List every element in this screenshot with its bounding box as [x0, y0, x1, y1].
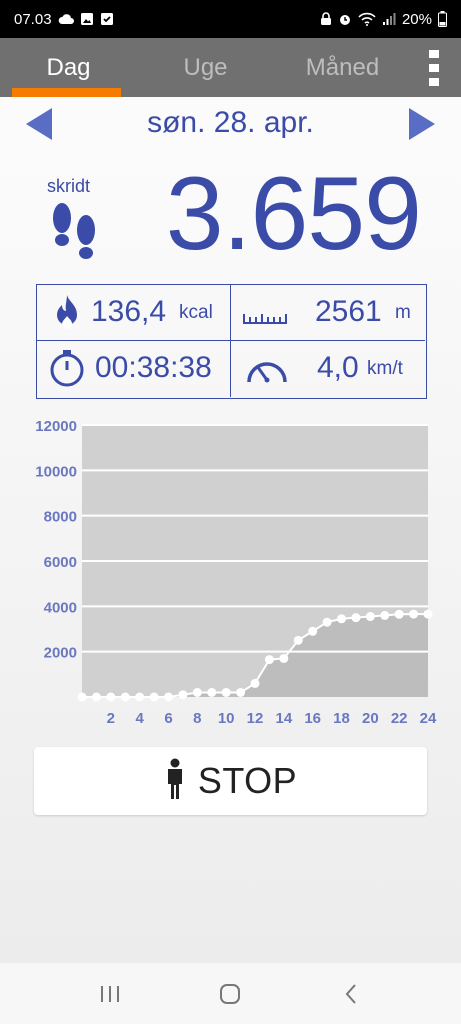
chart-x-tick-label: 2: [107, 710, 115, 727]
recent-apps-icon[interactable]: [90, 974, 130, 1014]
chart-data-point: [250, 678, 260, 688]
alarm-icon: [338, 12, 352, 26]
steps-label: skridt: [47, 176, 91, 196]
chart-x-tick-label: 14: [275, 710, 292, 727]
distance-value: 2561: [315, 295, 382, 328]
speed-unit: km/t: [367, 358, 403, 379]
flame-icon: [47, 292, 87, 332]
chart-x-tick-label: 8: [193, 710, 201, 727]
date-label: søn. 28. apr.: [147, 106, 314, 139]
chart-data-point: [236, 687, 246, 697]
chart-data-point: [423, 609, 433, 619]
chart-data-point: [164, 692, 173, 702]
chart-y-tick-label: 10000: [35, 463, 77, 480]
chart-x-tick-label: 12: [247, 710, 264, 727]
chart-x-tick-label: 18: [333, 710, 350, 727]
chart-x-tick-label: 22: [391, 710, 408, 727]
steps-chart: 2000 4000 6000 8000 10000 12000 2 4 6 8 10 12 14 16 18…: [0, 410, 461, 730]
chart-x-tick-label: 6: [164, 710, 172, 727]
chart-data-point: [365, 612, 375, 622]
battery-icon: [438, 11, 447, 27]
chart-x-tick-label: 16: [304, 710, 321, 727]
speed-value: 4,0: [317, 351, 359, 384]
steps-count: 3.659: [165, 156, 422, 272]
duration-cell: 00:38:38: [37, 341, 231, 397]
chart-data-point: [178, 690, 188, 700]
stop-label: STOP: [197, 760, 298, 801]
chart-x-tick-label: 20: [362, 710, 379, 727]
stopwatch-icon: [47, 348, 87, 388]
chart-data-point: [221, 687, 231, 697]
chart-data-point: [279, 653, 289, 663]
distance-cell: 2561 m: [231, 285, 425, 341]
chart-data-point: [308, 626, 318, 636]
distance-unit: m: [395, 302, 411, 323]
system-nav-bar: [0, 963, 461, 1024]
calories-value: 136,4: [91, 295, 167, 328]
duration-value: 00:38:38: [95, 351, 212, 384]
battery-percent: 20%: [401, 10, 432, 28]
speed-cell: 4,0 km/t: [231, 341, 425, 397]
tab-week[interactable]: Uge: [137, 38, 274, 97]
status-bar: 07.03 20%: [0, 0, 461, 38]
footprints-icon: [48, 196, 102, 266]
gallery-icon: [80, 12, 94, 26]
chart-data-point: [264, 655, 274, 665]
chart-data-point: [337, 614, 346, 624]
wifi-icon: [358, 12, 376, 26]
calories-unit: kcal: [179, 302, 213, 323]
chart-x-tick-label: 10: [218, 710, 235, 727]
status-left: 07.03: [14, 11, 114, 28]
chart-y-tick-label: 4000: [44, 599, 77, 616]
chart-data-point: [207, 687, 217, 697]
chart-data-point: [293, 635, 303, 645]
calories-cell: 136,4 kcal: [37, 285, 231, 341]
more-options-icon[interactable]: [425, 50, 443, 86]
back-icon[interactable]: [331, 974, 371, 1014]
chart-x-tick-label: 24: [420, 710, 437, 727]
chart-y-tick-label: 6000: [44, 554, 77, 571]
stop-button[interactable]: STOP: [34, 747, 427, 815]
chart-data-point: [91, 692, 101, 702]
tab-month[interactable]: Måned: [274, 38, 411, 97]
chart-data-point: [192, 687, 202, 697]
chart-x-tick-label: 4: [135, 710, 144, 727]
chart-data-point: [394, 609, 404, 619]
chart-y-tick-label: 12000: [35, 418, 77, 435]
chart-svg: 200040006000800010000120002 4 6 8 10 12 14 16 18…: [35, 418, 437, 727]
cloud-icon: [58, 13, 74, 25]
status-time: 07.03: [14, 10, 52, 28]
chart-data-point: [322, 617, 332, 627]
check-icon: [100, 12, 114, 26]
date-navigator: søn. 28. apr.: [0, 97, 461, 153]
stats-grid: 136,4 kcal 2561 m 00:38:38 4,0 km/t: [36, 284, 427, 399]
chart-data-point: [106, 692, 116, 702]
lock-icon: [320, 12, 332, 26]
tab-bar: Dag Uge Måned: [0, 38, 461, 97]
chart-y-tick-label: 8000: [44, 509, 77, 526]
person-icon: [164, 758, 186, 805]
next-day-arrow-icon[interactable]: [407, 107, 437, 141]
tab-day[interactable]: Dag: [0, 38, 137, 97]
home-icon[interactable]: [210, 974, 250, 1014]
chart-data-point: [149, 692, 159, 702]
status-right: 20%: [320, 11, 447, 28]
chart-y-tick-label: 2000: [44, 645, 77, 662]
ruler-icon: [241, 292, 289, 332]
chart-data-point: [77, 692, 87, 702]
chart-data-point: [135, 692, 145, 702]
chart-data-point: [351, 613, 361, 623]
speedometer-icon: [243, 348, 291, 388]
chart-data-point: [409, 609, 419, 619]
chart-data-point: [380, 610, 390, 620]
chart-data-point: [120, 692, 130, 702]
signal-icon: [382, 12, 396, 26]
